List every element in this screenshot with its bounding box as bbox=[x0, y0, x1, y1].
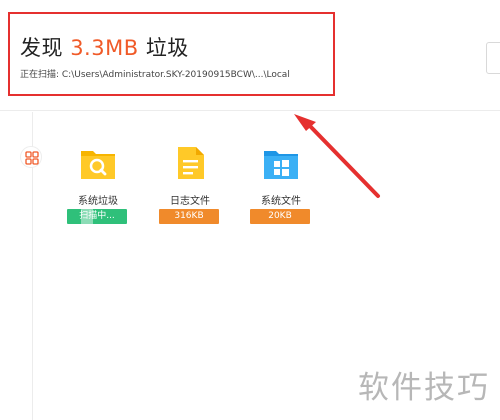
annotation-arrow-shaft bbox=[307, 123, 380, 198]
grid-icon[interactable] bbox=[20, 146, 42, 168]
annotation-arrow-head bbox=[294, 114, 316, 131]
category-tile-log-files[interactable]: 日志文件 316KB bbox=[155, 145, 225, 235]
document-icon bbox=[171, 145, 209, 181]
action-button[interactable] bbox=[486, 42, 500, 74]
size-badge: 316KB bbox=[159, 209, 219, 224]
category-name: 系统垃圾 bbox=[78, 196, 118, 207]
size-badge: 20KB bbox=[250, 209, 310, 224]
category-name: 系统文件 bbox=[261, 196, 301, 207]
status-badge-text: 扫描中... bbox=[79, 211, 115, 221]
category-name: 日志文件 bbox=[170, 196, 210, 207]
windows-folder-icon bbox=[262, 145, 300, 181]
status-badge: 扫描中... bbox=[67, 209, 127, 224]
category-tile-system-files[interactable]: 系统文件 20KB bbox=[246, 145, 316, 235]
category-tile-system-junk[interactable]: 系统垃圾 扫描中... bbox=[63, 145, 133, 235]
annotation-highlight-box bbox=[8, 12, 335, 96]
watermark-text: 软件技巧 bbox=[358, 370, 490, 406]
magnifier-folder-icon bbox=[79, 145, 117, 181]
